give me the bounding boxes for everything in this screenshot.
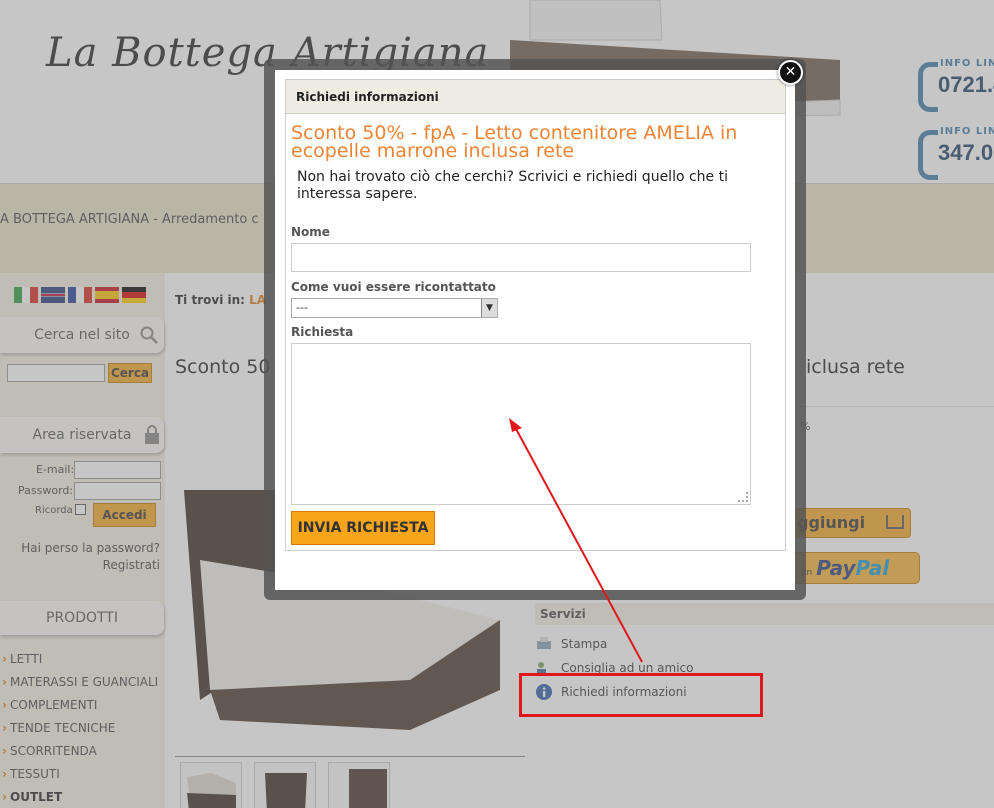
request-textarea[interactable]	[291, 343, 751, 505]
request-info-modal: Richiedi informazioni Sconto 50% - fpA -…	[275, 70, 795, 590]
resize-grip-icon[interactable]	[738, 492, 748, 502]
modal-intro-text: Non hai trovato ciò che cerchi? Scrivici…	[297, 169, 728, 202]
contact-method-label: Come vuoi essere ricontattato	[291, 280, 496, 294]
name-label: Nome	[291, 225, 330, 239]
contact-method-select[interactable]: --- ▼	[291, 298, 498, 318]
request-label: Richiesta	[291, 325, 354, 339]
send-request-button[interactable]: INVIA RICHIESTA	[291, 511, 435, 545]
contact-method-selected: ---	[296, 301, 308, 314]
modal-product-title: Sconto 50% - fpA - Letto contenitore AME…	[291, 122, 738, 162]
annotation-highlight-box	[519, 673, 763, 717]
close-icon[interactable]: ✕	[778, 60, 803, 85]
modal-content: Richiedi informazioni Sconto 50% - fpA -…	[285, 79, 786, 551]
chevron-down-icon[interactable]: ▼	[481, 299, 497, 317]
name-input[interactable]	[291, 243, 751, 272]
modal-header: Richiedi informazioni	[286, 80, 785, 114]
